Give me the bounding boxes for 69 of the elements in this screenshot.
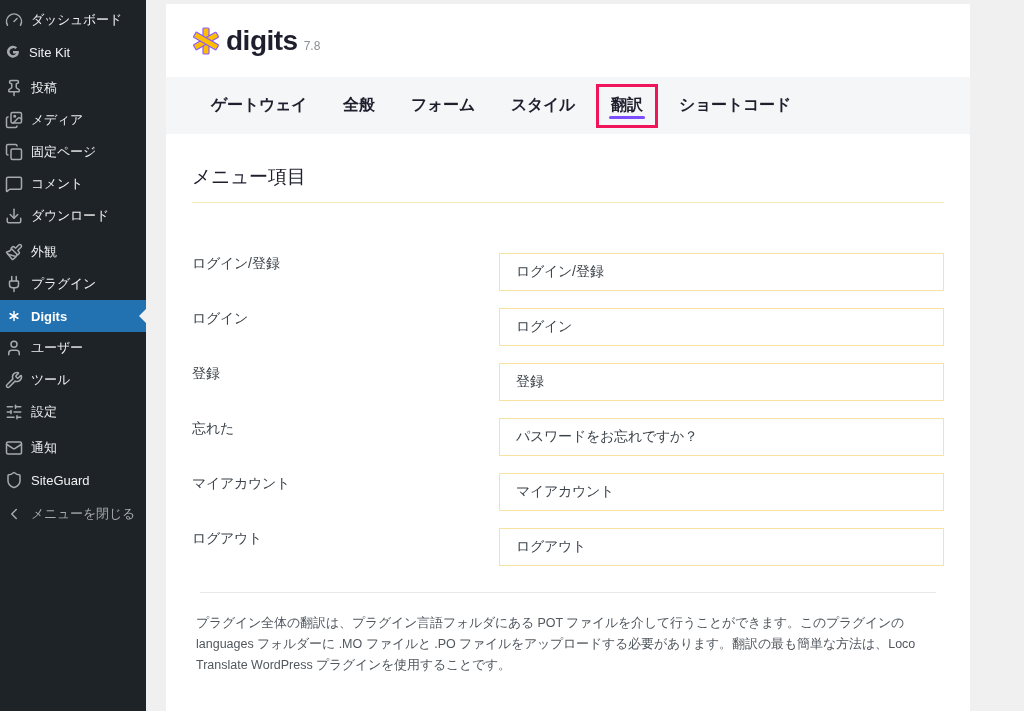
download-icon [5,207,23,225]
sidebar-item[interactable]: 外観 [0,236,146,268]
sidebar-item[interactable]: コメント [0,168,146,200]
gauge-icon [5,11,23,29]
field-label: 登録 [192,365,221,383]
sidebar-label: 設定 [31,403,57,421]
sidebar-item[interactable]: ツール [0,364,146,396]
input-field[interactable]: ログイン [499,308,944,346]
sidebar-item[interactable]: 通知 [0,432,146,464]
input-field[interactable]: ログアウト [499,528,944,566]
tab[interactable]: 全般 [328,83,390,128]
field-label: 忘れた [192,420,235,438]
user-icon [5,339,23,357]
sliders-icon [5,403,23,421]
wrench-icon [5,371,23,389]
tab[interactable]: スタイル [496,83,590,128]
collapse-menu-button[interactable]: メニューを閉じる [0,498,146,530]
sidebar-label: ユーザー [31,339,83,357]
media-icon [5,111,23,129]
tab[interactable]: ショートコード [664,83,806,128]
tab[interactable]: ゲートウェイ [196,83,322,128]
sidebar-label: Site Kit [29,44,71,60]
sidebar-item[interactable]: 固定ページ [0,136,146,168]
asterisk-logo-icon [192,26,220,55]
sidebar-item[interactable]: メディア [0,104,146,136]
sidebar-label: コメント [31,175,83,193]
input-field[interactable]: パスワードをお忘れですか？ [499,418,944,456]
sidebar-label: ダッシュボード [31,11,122,29]
sidebar-label: プラグイン [31,275,96,293]
g-letter-icon [5,44,21,60]
sidebar-item[interactable]: SiteGuard [0,464,146,496]
tab[interactable]: 翻訳 [596,83,658,128]
sidebar-item[interactable]: 投稿 [0,72,146,104]
pages-icon [5,143,23,161]
sidebar-label: Digits [31,308,68,324]
input-field[interactable]: マイアカウント [499,473,944,511]
sidebar-label: メディア [31,111,83,129]
field-label: マイアカウント [192,475,291,493]
help-paragraph: プラグイン全体の翻訳は、プラグイン言語フォルダにある POT ファイルを介して行うことができます。このプラグインの languages フォルダーに .MO ファイルと .PO ファイルをアップロードする必要があります。翻訳の最も簡単な方法は、Loco Translate WordPress プラグインを使用することです。 [196,615,917,674]
sidebar-label: 外観 [31,243,57,261]
section-title: メニュー項目 [192,164,944,203]
logo-text: digits [226,24,298,57]
active-underline [609,115,645,119]
pin-icon [5,79,23,97]
sidebar-item[interactable]: 設定 [0,396,146,428]
sidebar-label: ダウンロード [31,207,109,225]
field-label: ログアウト [192,530,263,548]
envelope-icon [5,439,23,457]
sidebar-item[interactable]: Digits [0,300,146,332]
input-field[interactable]: ログイン/登録 [499,253,944,291]
sidebar-item[interactable]: ダウンロード [0,200,146,232]
version-label: 7.8 [303,38,321,53]
field-label: ログイン/登録 [192,255,281,273]
brush-icon [5,243,23,261]
sidebar-item[interactable]: プラグイン [0,268,146,300]
sidebar-label: 投稿 [31,79,57,97]
comment-icon [5,175,23,193]
field-label: ログイン [192,310,249,328]
tab[interactable]: フォーム [396,83,490,128]
input-field[interactable]: 登録 [499,363,944,401]
shield-icon [5,471,23,489]
sidebar-label: 固定ページ [31,143,96,161]
sidebar-item[interactable]: ユーザー [0,332,146,364]
current-pointer-icon [139,309,146,323]
sidebar-item[interactable]: ダッシュボード [0,4,146,36]
sidebar-label: SiteGuard [31,472,90,488]
sidebar-label: ツール [31,371,70,389]
sidebar-label: 通知 [31,439,57,457]
sidebar-item[interactable]: Site Kit [0,36,146,68]
